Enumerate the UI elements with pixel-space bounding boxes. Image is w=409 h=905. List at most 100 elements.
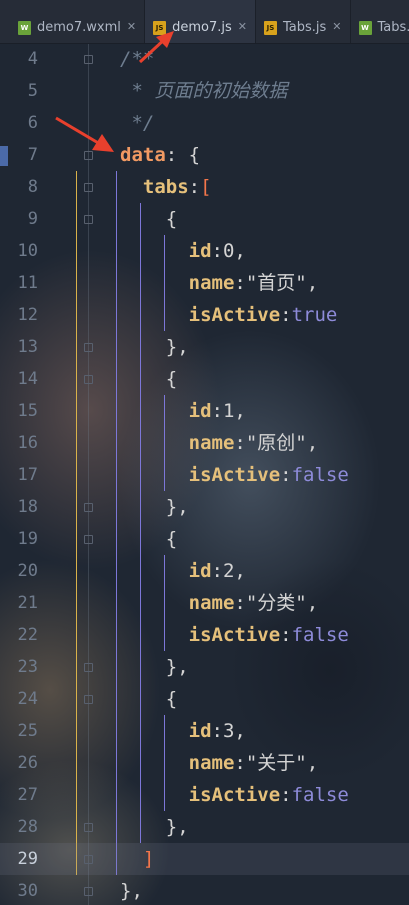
code-token: name	[120, 752, 235, 774]
code-line[interactable]: 11 name:"首页",	[0, 267, 409, 299]
line-number: 18	[17, 497, 38, 517]
line-number: 23	[17, 657, 38, 677]
fold-icon[interactable]	[84, 343, 93, 352]
code-token: ]	[120, 848, 155, 870]
code-line[interactable]: 16 name:"原创",	[0, 427, 409, 459]
code-text: name:"原创",	[120, 427, 319, 459]
code-line[interactable]: 23 },	[0, 651, 409, 683]
code-line[interactable]: 4/**	[0, 43, 409, 75]
code-line[interactable]: 29 ]	[0, 843, 409, 875]
code-line[interactable]: 26 name:"关于",	[0, 747, 409, 779]
code-token: :3,	[211, 720, 246, 742]
code-line[interactable]: 22 isActive:false	[0, 619, 409, 651]
code-text: ]	[120, 843, 154, 875]
fold-icon[interactable]	[84, 887, 93, 896]
code-token: : {	[165, 144, 201, 166]
code-line[interactable]: 10 id:0,	[0, 235, 409, 267]
tab-label: Tabs.js	[282, 20, 327, 35]
code-token: isActive	[120, 784, 281, 806]
red-arrow-to-active-tab	[138, 31, 174, 64]
code-text: isActive:false	[120, 779, 349, 811]
code-line[interactable]: 5 * 页面的初始数据	[0, 75, 409, 107]
code-token: isActive	[120, 464, 281, 486]
code-text: isActive:false	[120, 459, 349, 491]
code-text: },	[120, 651, 189, 683]
line-number: 26	[17, 753, 38, 773]
code-line[interactable]: 9 {	[0, 203, 409, 235]
tab-demo7-wxml[interactable]: W demo7.wxml ✕	[0, 0, 146, 43]
code-line[interactable]: 28 },	[0, 811, 409, 843]
line-number: 27	[17, 785, 38, 805]
fold-icon[interactable]	[84, 535, 93, 544]
code-text: isActive:false	[120, 619, 349, 651]
line-number: 21	[17, 593, 38, 613]
code-line[interactable]: 8 tabs:[	[0, 171, 409, 203]
code-token: tabs	[120, 176, 189, 198]
code-line[interactable]: 19 {	[0, 523, 409, 555]
fold-icon[interactable]	[84, 183, 93, 192]
code-line[interactable]: 18 },	[0, 491, 409, 523]
line-number: 28	[17, 817, 38, 837]
code-token: :"首页",	[234, 272, 319, 294]
code-line[interactable]: 27 isActive:false	[0, 779, 409, 811]
code-line[interactable]: 17 isActive:false	[0, 459, 409, 491]
code-token: {	[120, 688, 178, 710]
code-token: },	[120, 816, 189, 838]
fold-icon[interactable]	[84, 503, 93, 512]
line-number: 6	[27, 113, 38, 133]
code-token: {	[120, 528, 178, 550]
code-line[interactable]: 15 id:1,	[0, 395, 409, 427]
line-number: 20	[17, 561, 38, 581]
code-line[interactable]: 25 id:3,	[0, 715, 409, 747]
fold-icon[interactable]	[84, 215, 93, 224]
code-text: name:"关于",	[120, 747, 319, 779]
code-token: },	[120, 496, 189, 518]
code-token: :1,	[211, 400, 246, 422]
code-text: tabs:[	[120, 171, 212, 203]
code-token: isActive	[120, 304, 281, 326]
code-token: :	[280, 624, 292, 646]
code-token: :"关于",	[234, 752, 319, 774]
code-line[interactable]: 30},	[0, 875, 409, 905]
close-icon[interactable]: ✕	[332, 20, 341, 33]
code-text: id:2,	[120, 555, 246, 587]
wxml-file-icon: W	[358, 21, 372, 35]
fold-icon[interactable]	[84, 55, 93, 64]
fold-icon[interactable]	[84, 663, 93, 672]
code-token: isActive	[120, 624, 281, 646]
tab-tabs-wxml[interactable]: W Tabs.wxm	[351, 0, 409, 43]
code-token: false	[291, 624, 349, 646]
fold-icon[interactable]	[84, 375, 93, 384]
code-token: id	[120, 240, 212, 262]
code-token: false	[291, 784, 349, 806]
fold-icon[interactable]	[84, 823, 93, 832]
code-text: */	[120, 107, 154, 139]
gutter-change-marker	[0, 146, 8, 166]
code-token: true	[291, 304, 338, 326]
code-area[interactable]: 4/** 5 * 页面的初始数据 6 */7 data: {8 tabs:[9 {10…	[0, 43, 409, 905]
code-line[interactable]: 20 id:2,	[0, 555, 409, 587]
code-text: id:0,	[120, 235, 246, 267]
code-text: },	[120, 875, 143, 905]
editor-tab-bar: W demo7.wxml ✕ JS demo7.js ✕ JS Tabs.js …	[0, 0, 409, 44]
code-line[interactable]: 13 },	[0, 331, 409, 363]
tab-tabs-js[interactable]: JS Tabs.js ✕	[256, 0, 351, 43]
code-token: },	[120, 656, 189, 678]
fold-icon[interactable]	[84, 695, 93, 704]
line-number: 29	[17, 849, 38, 869]
code-line[interactable]: 14 {	[0, 363, 409, 395]
code-token: },	[120, 880, 143, 902]
line-number: 22	[17, 625, 38, 645]
code-token: id	[120, 400, 212, 422]
code-token: :	[280, 784, 292, 806]
code-line[interactable]: 24 {	[0, 683, 409, 715]
code-token: :"分类",	[234, 592, 319, 614]
line-number: 15	[17, 401, 38, 421]
code-line[interactable]: 21 name:"分类",	[0, 587, 409, 619]
fold-icon[interactable]	[84, 855, 93, 864]
line-number: 25	[17, 721, 38, 741]
line-number: 24	[17, 689, 38, 709]
code-text: * 页面的初始数据	[120, 75, 287, 107]
close-icon[interactable]: ✕	[238, 20, 247, 33]
code-line[interactable]: 12 isActive:true	[0, 299, 409, 331]
